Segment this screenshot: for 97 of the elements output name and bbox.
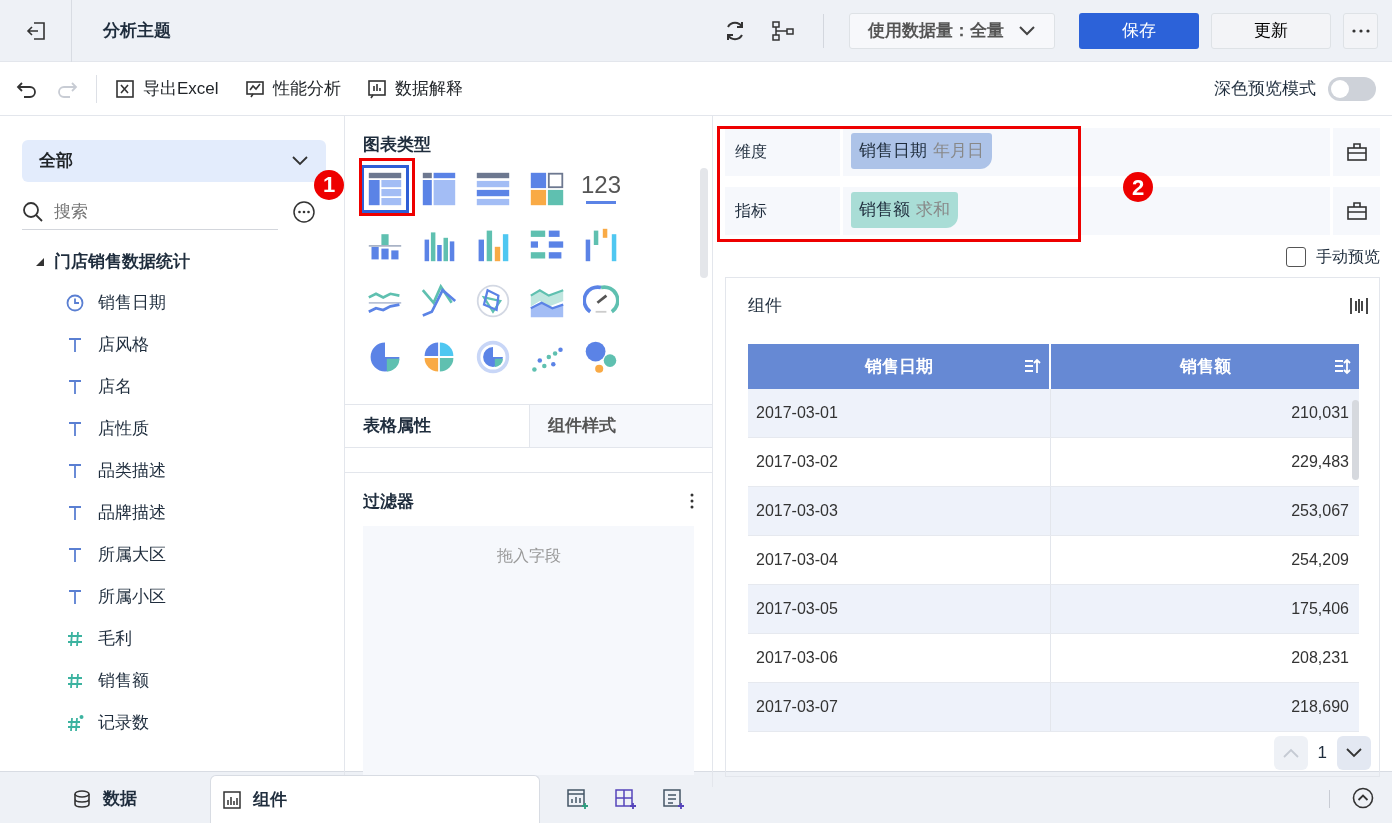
section-title: 图表类型 (362, 134, 432, 156)
field-item[interactable]: 销售日期 (22, 282, 326, 324)
more-circle-icon[interactable] (292, 200, 316, 224)
field-item[interactable]: 记录数 (22, 702, 326, 744)
column-width-icon[interactable] (1349, 296, 1369, 316)
dark-mode-switch[interactable] (1328, 76, 1376, 101)
toolbar-button[interactable]: 数据解释 (366, 75, 463, 102)
table-cell: 2017-03-03 (748, 487, 1051, 535)
table-cell-text: 253,067 (1290, 501, 1349, 521)
spreadsheet-icon (115, 78, 135, 99)
waterfall-icon[interactable] (583, 226, 619, 263)
bottom-tab[interactable]: 数据 (0, 775, 210, 823)
hash-icon (66, 672, 84, 690)
section-title: 过滤器 (363, 490, 414, 513)
field-label: 指标 (725, 187, 843, 235)
table-cell: 2017-03-06 (748, 634, 1051, 682)
table-cell-text: 218,690 (1290, 697, 1349, 717)
table-icon[interactable] (421, 170, 457, 207)
text-type-icon (66, 462, 84, 480)
donut-chart-icon[interactable] (475, 338, 511, 375)
toggle-label: 深色预览模式 (1214, 77, 1316, 100)
bar-chart-icon (223, 790, 241, 809)
table-cell: 2017-03-05 (748, 585, 1051, 633)
sort-ascending-icon[interactable] (1023, 357, 1041, 375)
toolbar-button[interactable]: 导出Excel (115, 75, 219, 102)
search-field[interactable]: 搜索 (52, 197, 252, 226)
table-cell-text: 208,231 (1290, 648, 1349, 668)
table-cell-text: 210,031 (1290, 403, 1349, 423)
card-title: 组件 (748, 295, 782, 318)
clock-icon (66, 294, 84, 312)
add-chart-icon[interactable] (567, 788, 589, 810)
table-cell: 2017-03-07 (748, 683, 1051, 731)
table-cell-text: 175,406 (1290, 599, 1349, 619)
text-type-icon (66, 504, 84, 522)
more-icon (1351, 28, 1370, 33)
bottom-tab[interactable]: 组件 (210, 775, 540, 823)
table-cell-text: 229,483 (1290, 452, 1349, 472)
callout-marker: 1 (314, 169, 344, 200)
collapse-up-icon[interactable] (1352, 787, 1374, 809)
tree-folder[interactable]: 门店销售数据统计 (22, 242, 326, 282)
sort-icon[interactable] (1333, 357, 1351, 375)
search-icon (22, 200, 44, 223)
next-page-button[interactable] (1337, 736, 1371, 770)
hash-star-icon (66, 714, 84, 732)
table-cell: 2017-03-04 (748, 536, 1051, 584)
manual-preview-checkbox[interactable]: 手动预览 (725, 245, 1380, 269)
field-item[interactable]: 品类描述 (22, 450, 326, 492)
chevron-down-icon (1018, 24, 1036, 37)
field-pill[interactable]: 销售额 求和 (851, 192, 958, 228)
field-label: 维度 (725, 128, 843, 176)
save-button[interactable]: 保存 (1079, 12, 1199, 49)
field-pill[interactable]: 销售日期 年月日 (851, 133, 992, 169)
chevron-down-icon (1346, 748, 1362, 758)
toolbox-icon[interactable] (1346, 143, 1367, 161)
caret-down-icon (36, 258, 44, 266)
add-layout-icon[interactable] (615, 788, 637, 810)
chart-note-icon (366, 78, 387, 99)
text-type-icon (66, 378, 84, 396)
field-item[interactable]: 店风格 (22, 324, 326, 366)
kpi-chart-button[interactable]: 123 (580, 173, 621, 204)
field-item[interactable]: 店名 (22, 366, 326, 408)
line-chart-icon[interactable] (421, 282, 457, 319)
update-button[interactable]: 更新 (1211, 12, 1331, 49)
toolbox-icon[interactable] (1346, 202, 1367, 220)
table-cell: 2017-03-02 (748, 438, 1051, 486)
chevron-up-icon (1282, 748, 1299, 758)
dashboard-icon[interactable] (529, 170, 565, 207)
hash-icon (66, 630, 84, 648)
text-type-icon (66, 588, 84, 606)
radar-chart-icon[interactable] (475, 282, 511, 319)
add-text-icon[interactable] (663, 788, 685, 810)
page-title: 分析主题 (103, 19, 171, 42)
field-item[interactable]: 所属大区 (22, 534, 326, 576)
table-icon[interactable] (364, 167, 406, 210)
field-item[interactable]: 销售额 (22, 660, 326, 702)
text-type-icon (66, 420, 84, 438)
text-type-icon (66, 546, 84, 564)
monitor-chart-icon (244, 78, 265, 99)
table-icon[interactable] (475, 170, 511, 207)
table-cell-text: 254,209 (1290, 550, 1349, 570)
field-item[interactable]: 品牌描述 (22, 492, 326, 534)
page-number: 1 (1317, 742, 1327, 765)
toolbar-button[interactable]: 性能分析 (244, 75, 341, 102)
field-item[interactable]: 毛利 (22, 618, 326, 660)
more-button[interactable] (1343, 12, 1378, 49)
text-type-icon (66, 336, 84, 354)
field-item[interactable]: 所属小区 (22, 576, 326, 618)
highlight-frame (359, 157, 415, 216)
flow-icon[interactable] (771, 18, 795, 43)
table-cell: 2017-03-01 (748, 389, 1051, 437)
database-icon (73, 790, 91, 808)
chevron-down-icon (291, 155, 309, 167)
exit-icon[interactable] (24, 19, 47, 42)
field-item[interactable]: 店性质 (22, 408, 326, 450)
kebab-menu-icon[interactable] (690, 493, 694, 510)
data-volume-dropdown[interactable]: 使用数据量：全量 (849, 12, 1055, 49)
property-tab[interactable]: 组件样式 (529, 404, 712, 447)
